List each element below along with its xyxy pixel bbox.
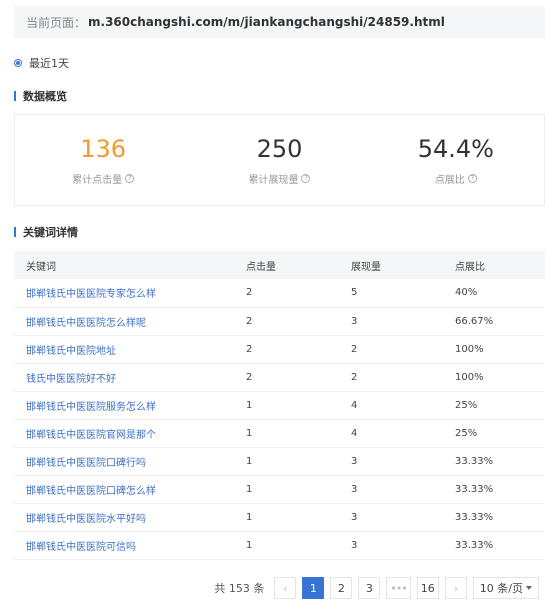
keyword-link[interactable]: 邯郸钱氏中医院地址 (14, 335, 234, 364)
clicks-cell: 1 (234, 447, 339, 476)
impressions-cell: 3 (339, 503, 443, 532)
clicks-cell: 2 (234, 279, 339, 308)
page-button-3[interactable]: 3 (358, 577, 381, 599)
ratio-cell: 33.33% (443, 531, 545, 560)
keywords-heading: 关键词详情 (14, 224, 78, 240)
overview-heading: 数据概览 (14, 88, 67, 104)
page-size-value: 10 条/页 (479, 582, 523, 595)
page-button-2[interactable]: 2 (330, 577, 353, 599)
overview-title: 数据概览 (23, 90, 67, 103)
impressions-cell: 5 (339, 279, 443, 308)
ratio-cell: 25% (443, 391, 545, 420)
help-icon[interactable]: ? (467, 173, 477, 183)
more-pages-button[interactable]: ••• (386, 577, 411, 599)
stat-click-ratio: 54.4% 点展比 ? (368, 115, 544, 205)
table-row: 邯郸钱氏中医医院口碑行吗 1 3 33.33% (14, 447, 545, 476)
keyword-link[interactable]: 邯郸钱氏中医医院可信吗 (14, 531, 234, 560)
keywords-title: 关键词详情 (23, 226, 78, 239)
help-icon[interactable]: ? (301, 173, 311, 183)
clicks-cell: 2 (234, 307, 339, 336)
ratio-cell: 33.33% (443, 475, 545, 504)
next-page-button[interactable]: › (444, 577, 467, 599)
clicks-cell: 2 (234, 363, 339, 392)
ratio-cell: 40% (443, 279, 545, 308)
page-button-last[interactable]: 16 (416, 577, 439, 599)
table-row: 邯郸钱氏中医院地址 2 2 100% (14, 335, 545, 364)
ratio-cell: 33.33% (443, 447, 545, 476)
keyword-link[interactable]: 邯郸钱氏中医医院服务怎么样 (14, 391, 234, 420)
impressions-cell: 3 (339, 447, 443, 476)
column-header-impressions: 展现量 (339, 251, 443, 279)
overview-panel: 136 累计点击量 ? 250 累计展现量 ? 54.4% 点展比 ? (14, 114, 545, 206)
impressions-cell: 3 (339, 531, 443, 560)
table-row: 邯郸钱氏中医医院怎么样呢 2 3 66.67% (14, 307, 545, 336)
pagination-total: 共 153 条 (214, 582, 265, 595)
stat-label: 累计点击量 ? (72, 171, 135, 186)
ratio-cell: 33.33% (443, 503, 545, 532)
pagination: 共 153 条 ‹ 1 2 3 ••• 16 › 10 条/页 (214, 577, 539, 599)
clicks-cell: 1 (234, 531, 339, 560)
ratio-cell: 100% (443, 335, 545, 364)
page-button-1[interactable]: 1 (302, 577, 325, 599)
table-row: 钱氏中医医院好不好 2 2 100% (14, 363, 545, 392)
section-marker (14, 91, 16, 101)
stat-label-text: 累计展现量 (248, 174, 299, 186)
stat-label-text: 累计点击量 (72, 174, 123, 186)
clicks-cell: 1 (234, 503, 339, 532)
radio-selected-icon[interactable] (14, 59, 22, 67)
stat-label: 点展比 ? (435, 171, 477, 186)
impressions-cell: 4 (339, 391, 443, 420)
keyword-link[interactable]: 邯郸钱氏中医医院专家怎么样 (14, 279, 234, 308)
table-row: 邯郸钱氏中医医院服务怎么样 1 4 25% (14, 391, 545, 420)
column-header-clicks: 点击量 (234, 251, 339, 279)
help-icon[interactable]: ? (125, 173, 135, 183)
stat-value: 250 (256, 134, 303, 163)
impressions-cell: 3 (339, 475, 443, 504)
table-header-row: 关键词 点击量 展现量 点展比 (14, 251, 545, 279)
clicks-cell: 1 (234, 419, 339, 448)
table-row: 邯郸钱氏中医医院专家怎么样 2 5 40% (14, 279, 545, 308)
keyword-link[interactable]: 邯郸钱氏中医医院口碑行吗 (14, 447, 234, 476)
prev-page-button[interactable]: ‹ (274, 577, 297, 599)
section-marker (14, 227, 16, 237)
keyword-link[interactable]: 邯郸钱氏中医医院水平好吗 (14, 503, 234, 532)
keyword-link[interactable]: 钱氏中医医院好不好 (14, 363, 234, 392)
keyword-link[interactable]: 邯郸钱氏中医医院怎么样呢 (14, 307, 234, 336)
impressions-cell: 4 (339, 419, 443, 448)
column-header-ratio: 点展比 (443, 251, 545, 279)
table-row: 邯郸钱氏中医医院口碑怎么样 1 3 33.33% (14, 475, 545, 504)
column-header-keyword: 关键词 (14, 251, 234, 279)
stat-value: 54.4% (417, 134, 494, 163)
keyword-link[interactable]: 邯郸钱氏中医医院口碑怎么样 (14, 475, 234, 504)
keyword-link[interactable]: 邯郸钱氏中医医院官网是那个 (14, 419, 234, 448)
impressions-cell: 3 (339, 307, 443, 336)
keywords-table: 关键词 点击量 展现量 点展比 邯郸钱氏中医医院专家怎么样 2 5 40% 邯郸… (14, 251, 545, 560)
clicks-cell: 1 (234, 391, 339, 420)
table-row: 邯郸钱氏中医医院官网是那个 1 4 25% (14, 419, 545, 448)
ratio-cell: 66.67% (443, 307, 545, 336)
stat-label: 累计展现量 ? (248, 171, 311, 186)
stat-total-impressions: 250 累计展现量 ? (191, 115, 367, 205)
stat-value: 136 (80, 134, 127, 163)
page-size-select[interactable]: 10 条/页 (472, 577, 539, 599)
date-range-label: 最近1天 (29, 57, 69, 70)
current-page-url[interactable]: m.360changshi.com/m/jiankangchangshi/248… (88, 15, 445, 29)
current-page-prefix: 当前页面： (26, 15, 87, 30)
impressions-cell: 2 (339, 335, 443, 364)
ratio-cell: 100% (443, 363, 545, 392)
ratio-cell: 25% (443, 419, 545, 448)
clicks-cell: 1 (234, 475, 339, 504)
stat-label-text: 点展比 (434, 174, 465, 186)
clicks-cell: 2 (234, 335, 339, 364)
impressions-cell: 2 (339, 363, 443, 392)
stat-total-clicks: 136 累计点击量 ? (15, 115, 191, 205)
table-row: 邯郸钱氏中医医院可信吗 1 3 33.33% (14, 531, 545, 560)
caret-down-icon (526, 586, 532, 590)
table-row: 邯郸钱氏中医医院水平好吗 1 3 33.33% (14, 503, 545, 532)
current-page-bar: 当前页面： m.360changshi.com/m/jiankangchangs… (14, 6, 545, 38)
date-range-option[interactable]: 最近1天 (14, 55, 69, 71)
